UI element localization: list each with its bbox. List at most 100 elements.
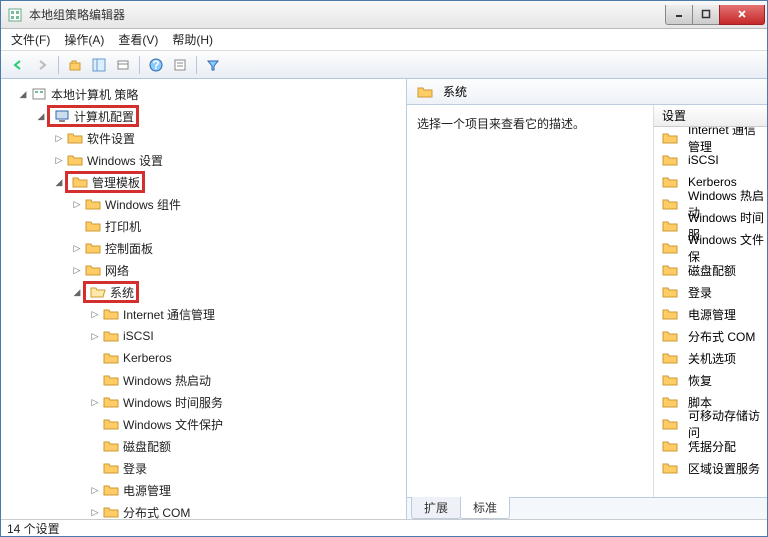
list-item[interactable]: 分布式 COM	[654, 325, 767, 347]
expander-icon[interactable]: ▷	[71, 198, 83, 210]
maximize-button[interactable]	[692, 5, 720, 25]
tree-control-panel[interactable]: ▷ 控制面板	[1, 237, 406, 259]
expander-icon[interactable]: ▷	[89, 396, 101, 408]
folder-icon	[85, 196, 101, 212]
window-buttons	[666, 5, 765, 25]
up-button[interactable]	[64, 54, 86, 76]
details-header: 系统	[407, 79, 767, 105]
tree-powermgmt[interactable]: ▷电源管理	[1, 479, 406, 501]
tree-printers[interactable]: 打印机	[1, 215, 406, 237]
column-header[interactable]: 设置	[654, 105, 767, 127]
list-item[interactable]: 可移动存储访问	[654, 413, 767, 435]
tree-logon[interactable]: 登录	[1, 457, 406, 479]
tree-win-components[interactable]: ▷Windows 组件	[1, 193, 406, 215]
list-item[interactable]: Internet 通信管理	[654, 127, 767, 149]
tree-computer-config[interactable]: ◢ 计算机配置	[1, 105, 406, 127]
expander-icon[interactable]	[89, 418, 101, 430]
expander-icon[interactable]	[89, 374, 101, 386]
list-item[interactable]: Windows 文件保	[654, 237, 767, 259]
expander-icon[interactable]	[89, 462, 101, 474]
tree-internet-comm[interactable]: ▷ Internet 通信管理	[1, 303, 406, 325]
tab-extended[interactable]: 扩展	[411, 497, 461, 519]
tree-label: 控制面板	[105, 240, 153, 257]
tree-label: 本地计算机 策略	[51, 86, 138, 103]
list-item[interactable]: 区域设置服务	[654, 457, 767, 479]
tree-win-hotboot[interactable]: Windows 热启动	[1, 369, 406, 391]
details-body: 选择一个项目来查看它的描述。 设置 Internet 通信管理iSCSIKerb…	[407, 105, 767, 497]
tree-iscsi[interactable]: ▷iSCSI	[1, 325, 406, 347]
menu-view[interactable]: 查看(V)	[118, 31, 158, 48]
filter-button[interactable]	[202, 54, 224, 76]
tree-dcom[interactable]: ▷ 分布式 COM	[1, 501, 406, 519]
minimize-button[interactable]	[665, 5, 693, 25]
tree-label: Internet 通信管理	[123, 306, 215, 323]
expander-icon[interactable]: ◢	[53, 176, 65, 188]
details-pane: 系统 选择一个项目来查看它的描述。 设置 Internet 通信管理iSCSIK…	[407, 79, 767, 519]
expander-icon[interactable]: ▷	[89, 506, 101, 518]
expander-icon[interactable]: ▷	[53, 154, 65, 166]
list-item[interactable]: 登录	[654, 281, 767, 303]
folder-icon	[662, 240, 678, 256]
folder-icon	[662, 394, 678, 410]
tree-label: 登录	[123, 460, 147, 477]
tab-label: 标准	[473, 501, 497, 515]
folder-icon	[67, 130, 83, 146]
list-item-label: 登录	[688, 284, 712, 301]
tree-pane[interactable]: ◢ 本地计算机 策略 ◢ 计算机配置 ▷软件设置 ▷ Windows 设置 ◢ 管…	[1, 79, 407, 519]
tree-root[interactable]: ◢ 本地计算机 策略	[1, 83, 406, 105]
tree-windows-settings[interactable]: ▷ Windows 设置	[1, 149, 406, 171]
forward-button[interactable]	[31, 54, 53, 76]
tree-label: 网络	[105, 262, 129, 279]
expander-icon[interactable]: ◢	[71, 286, 83, 298]
menu-file[interactable]: 文件(F)	[11, 31, 50, 48]
expander-icon[interactable]: ▷	[71, 242, 83, 254]
expander-icon[interactable]: ▷	[71, 264, 83, 276]
list-item[interactable]: 关机选项	[654, 347, 767, 369]
list-item-label: Windows 文件保	[688, 231, 767, 265]
list-item[interactable]: 恢复	[654, 369, 767, 391]
tree-software-settings[interactable]: ▷软件设置	[1, 127, 406, 149]
tree-diskquota[interactable]: 磁盘配额	[1, 435, 406, 457]
close-button[interactable]	[719, 5, 765, 25]
expander-icon[interactable]: ▷	[89, 308, 101, 320]
properties-button[interactable]	[169, 54, 191, 76]
tree-win-fileprotect[interactable]: Windows 文件保护	[1, 413, 406, 435]
expander-icon[interactable]: ▷	[89, 330, 101, 342]
menu-action[interactable]: 操作(A)	[64, 31, 104, 48]
folder-icon	[662, 218, 678, 234]
folder-icon	[662, 262, 678, 278]
expander-icon[interactable]	[89, 440, 101, 452]
expander-icon[interactable]: ▷	[53, 132, 65, 144]
tab-label: 扩展	[424, 501, 448, 515]
folder-icon	[103, 482, 119, 498]
expander-icon[interactable]: ◢	[35, 110, 47, 122]
expander-icon[interactable]	[71, 220, 83, 232]
folder-icon	[103, 438, 119, 454]
tab-standard[interactable]: 标准	[460, 497, 510, 519]
separator	[196, 56, 197, 74]
help-button[interactable]: ?	[145, 54, 167, 76]
expander-icon[interactable]: ▷	[89, 484, 101, 496]
tree-admin-templates[interactable]: ◢ 管理模板	[1, 171, 406, 193]
expander-icon[interactable]: ◢	[17, 88, 29, 100]
tree-label: 分布式 COM	[123, 504, 190, 520]
tree-win-timeservice[interactable]: ▷Windows 时间服务	[1, 391, 406, 413]
refresh-button[interactable]	[112, 54, 134, 76]
tree-button[interactable]	[88, 54, 110, 76]
folder-icon	[85, 218, 101, 234]
tree-network[interactable]: ▷ 网络	[1, 259, 406, 281]
folder-open-icon	[90, 284, 106, 300]
folder-icon	[85, 240, 101, 256]
expander-icon[interactable]	[89, 352, 101, 364]
settings-list[interactable]: Internet 通信管理iSCSIKerberosWindows 热启动Win…	[654, 127, 767, 497]
tree-label: 计算机配置	[74, 108, 134, 125]
menu-help[interactable]: 帮助(H)	[172, 31, 213, 48]
back-button[interactable]	[7, 54, 29, 76]
details-tabs: 扩展 标准	[407, 497, 767, 519]
folder-icon	[103, 306, 119, 322]
tree-kerberos[interactable]: Kerberos	[1, 347, 406, 369]
folder-icon	[662, 460, 678, 476]
list-item[interactable]: 电源管理	[654, 303, 767, 325]
tree-label: Windows 设置	[87, 152, 163, 169]
tree-system[interactable]: ◢ 系统	[1, 281, 406, 303]
